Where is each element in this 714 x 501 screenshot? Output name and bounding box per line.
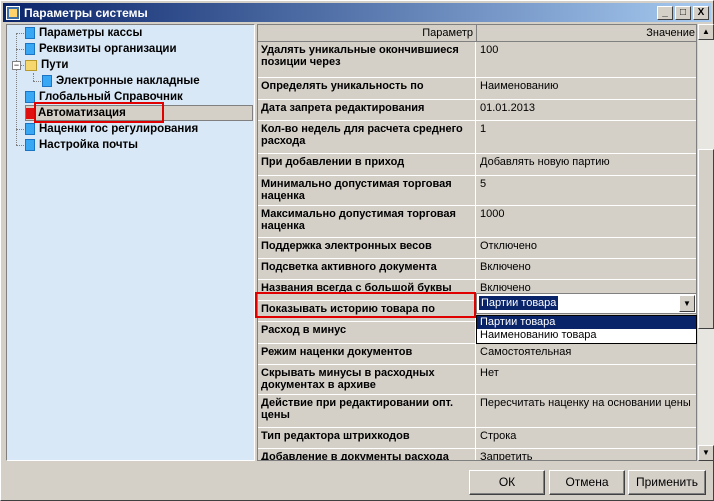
table-row[interactable]: Определять уникальность по Наименованию — [258, 78, 696, 100]
param-value[interactable]: Включено — [477, 259, 696, 279]
selected-value: Партии товара — [479, 296, 559, 310]
tree-line — [33, 73, 34, 81]
collapse-icon[interactable]: − — [12, 61, 21, 70]
parameters-grid[interactable]: Параметр Значение Удалять уникальные око… — [257, 24, 697, 461]
highlight-box — [34, 102, 164, 123]
settings-tree[interactable]: − Параметры кассы Реквизиты организации … — [6, 24, 255, 461]
table-row[interactable]: Максимально допустимая торговая наценка 1… — [258, 206, 696, 238]
param-name: Кол-во недель для расчета среднего расхо… — [258, 121, 476, 153]
close-button[interactable]: X — [693, 5, 709, 20]
maximize-button[interactable]: □ — [675, 5, 691, 20]
table-row[interactable]: Действие при редактировании опт. цены Пер… — [258, 395, 696, 428]
table-row[interactable]: Тип редактора штрихкодов Строка — [258, 428, 696, 449]
param-value[interactable]: 1 — [477, 121, 696, 153]
tree-item-label: Параметры кассы — [39, 27, 143, 39]
param-name: Расход в минус — [258, 322, 476, 343]
param-name: Режим наценки документов — [258, 344, 476, 364]
table-row[interactable]: Кол-во недель для расчета среднего расхо… — [258, 121, 696, 154]
table-row[interactable]: Поддержка электронных весов Отключено — [258, 238, 696, 259]
scroll-up-icon[interactable]: ▲ — [698, 24, 714, 40]
tree-item-label: Электронные накладные — [56, 75, 200, 87]
tree-item-label: Реквизиты организации — [39, 43, 177, 55]
param-name: Дата запрета редактирования — [258, 100, 476, 120]
page-icon — [25, 139, 35, 151]
grid-header: Параметр Значение — [258, 25, 696, 42]
table-row[interactable]: Режим наценки документов Самостоятельная — [258, 344, 696, 365]
history-by-select[interactable]: Партии товара ▼ — [476, 293, 697, 314]
settings-window: Параметры системы _ □ X − Параметры касс… — [0, 0, 714, 501]
param-name: Скрывать минусы в расходных документах в… — [258, 365, 476, 394]
window-title: Параметры системы — [24, 5, 148, 20]
param-value[interactable]: 1000 — [477, 206, 696, 237]
table-row[interactable]: Подсветка активного документа Включено — [258, 259, 696, 280]
table-row[interactable]: При добавлении в приход Добавлять новую п… — [258, 154, 696, 176]
tree-item-label: Наценки гос регулирования — [39, 123, 199, 135]
param-value[interactable]: Наименованию — [477, 78, 696, 99]
dropdown-option[interactable]: Наименованию товара — [477, 329, 696, 342]
param-value[interactable]: Добавлять новую партию — [477, 154, 696, 175]
tree-item-org-details[interactable]: Реквизиты организации — [25, 41, 177, 57]
tree-item-paths[interactable]: Пути — [25, 57, 69, 73]
tree-item-label: Настройка почты — [39, 139, 139, 151]
table-row[interactable]: Скрывать минусы в расходных документах в… — [258, 365, 696, 395]
param-name: Минимально допустимая торговая наценка — [258, 176, 476, 205]
param-value[interactable]: Строка — [477, 428, 696, 448]
folder-icon — [25, 59, 37, 71]
param-value[interactable]: Запретить — [477, 449, 696, 460]
table-row[interactable]: Минимально допустимая торговая наценка 5 — [258, 176, 696, 206]
param-value[interactable]: 01.01.2013 — [477, 100, 696, 120]
vertical-scrollbar[interactable]: ▲ ▼ — [698, 24, 714, 461]
highlight-box — [255, 292, 476, 318]
param-name: Подсветка активного документа — [258, 259, 476, 279]
column-header-param[interactable]: Параметр — [422, 27, 473, 39]
table-row[interactable]: Добавление в документы расхода позиций б… — [258, 449, 696, 460]
page-icon — [25, 123, 35, 135]
param-value[interactable]: Самостоятельная — [477, 344, 696, 364]
ok-button[interactable]: ОК — [469, 470, 545, 495]
title-bar[interactable]: Параметры системы _ □ X — [3, 3, 711, 22]
page-icon — [25, 27, 35, 39]
param-name: Поддержка электронных весов — [258, 238, 476, 258]
page-icon — [42, 75, 52, 87]
param-value[interactable]: Пересчитать наценку на основании цены — [477, 395, 696, 427]
tree-item-e-invoices[interactable]: Электронные накладные — [42, 73, 200, 89]
param-name: Добавление в документы расхода позиций б… — [258, 449, 476, 460]
param-value[interactable]: 5 — [477, 176, 696, 205]
dropdown-option[interactable]: Партии товара — [477, 316, 696, 329]
param-name: При добавлении в приход — [258, 154, 476, 175]
minimize-button[interactable]: _ — [657, 5, 673, 20]
table-row[interactable]: Удалять уникальные окончившиеся позиции … — [258, 42, 696, 78]
param-name: Определять уникальность по — [258, 78, 476, 99]
param-value[interactable]: 100 — [477, 42, 696, 77]
param-value[interactable]: Нет — [477, 365, 696, 394]
dropdown-arrow-icon[interactable]: ▼ — [679, 295, 695, 312]
param-name: Максимально допустимая торговая наценка — [258, 206, 476, 237]
tree-item-label: Пути — [41, 59, 69, 71]
param-name: Действие при редактировании опт. цены — [258, 395, 476, 427]
scroll-down-icon[interactable]: ▼ — [698, 445, 714, 461]
cancel-button[interactable]: Отмена — [549, 470, 625, 495]
tree-item-cashbox[interactable]: Параметры кассы — [25, 25, 142, 41]
dropdown-list[interactable]: Партии товара Наименованию товара — [476, 315, 697, 344]
page-icon — [25, 43, 35, 55]
param-value[interactable]: Отключено — [477, 238, 696, 258]
app-icon — [6, 5, 20, 20]
scroll-thumb[interactable] — [698, 149, 714, 329]
apply-button[interactable]: Применить — [628, 470, 706, 495]
table-row[interactable]: Дата запрета редактирования 01.01.2013 — [258, 100, 696, 121]
tree-item-gov-markups[interactable]: Наценки гос регулирования — [25, 121, 198, 137]
param-name: Удалять уникальные окончившиеся позиции … — [258, 42, 476, 77]
column-header-value[interactable]: Значение — [646, 27, 695, 39]
param-name: Тип редактора штрихкодов — [258, 428, 476, 448]
tree-item-mail-settings[interactable]: Настройка почты — [25, 137, 138, 153]
